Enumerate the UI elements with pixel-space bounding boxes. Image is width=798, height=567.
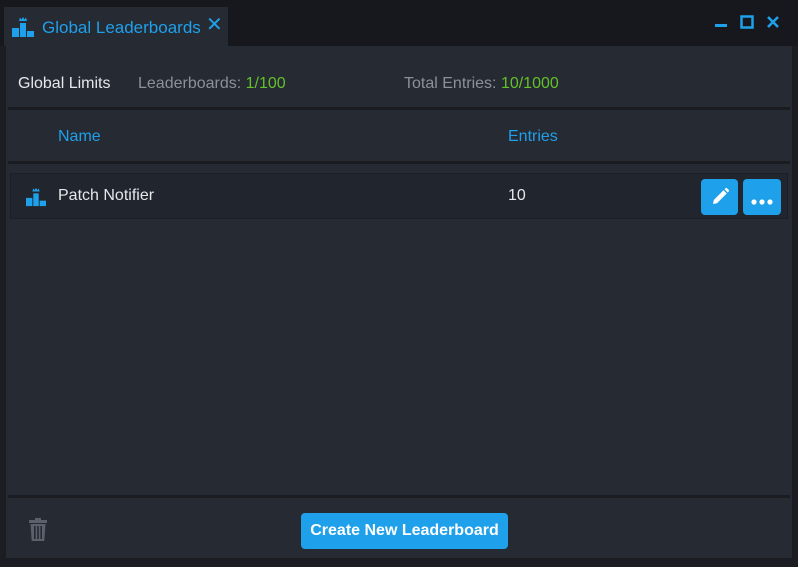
leaderboard-name: Patch Notifier xyxy=(58,187,155,204)
leaderboards-limit: Leaderboards: 1/100 xyxy=(138,75,286,93)
tab-global-leaderboards[interactable]: Global Leaderboards ✕ xyxy=(4,7,228,46)
entries-limit: Total Entries: 10/1000 xyxy=(404,75,559,93)
leaderboard-icon xyxy=(25,187,47,212)
entries-limit-value: 10/1000 xyxy=(500,75,559,92)
column-header-name[interactable]: Name xyxy=(58,128,101,146)
tab-title: Global Leaderboards xyxy=(42,18,201,37)
close-window-icon[interactable] xyxy=(766,15,780,34)
column-header-entries[interactable]: Entries xyxy=(508,128,558,146)
leaderboard-icon xyxy=(11,16,35,43)
edit-pencil-icon xyxy=(710,187,730,212)
minimize-icon[interactable] xyxy=(714,15,728,34)
leaderboards-limit-value: 1/100 xyxy=(245,75,286,92)
global-limits-title: Global Limits xyxy=(18,75,111,92)
leaderboards-panel: Global Limits Leaderboards: 1/100 Total … xyxy=(6,46,792,558)
more-options-icon xyxy=(751,193,773,211)
close-icon[interactable]: ✕ xyxy=(206,14,223,36)
edit-button[interactable] xyxy=(701,179,738,215)
divider xyxy=(8,107,790,110)
maximize-icon[interactable] xyxy=(740,15,754,34)
leaderboard-entries: 10 xyxy=(508,187,526,204)
tab-bar: Global Leaderboards ✕ xyxy=(0,0,798,46)
more-options-button[interactable] xyxy=(743,179,781,215)
entries-limit-label: Total Entries: xyxy=(404,75,497,92)
global-limits-bar: Global Limits Leaderboards: 1/100 Total … xyxy=(6,46,792,108)
divider xyxy=(8,161,790,164)
leaderboards-limit-label: Leaderboards: xyxy=(138,75,242,92)
create-new-leaderboard-button[interactable]: Create New Leaderboard xyxy=(301,513,508,549)
divider xyxy=(8,495,790,498)
trash-icon[interactable] xyxy=(28,518,48,547)
table-row[interactable]: Patch Notifier 10 xyxy=(10,173,788,219)
